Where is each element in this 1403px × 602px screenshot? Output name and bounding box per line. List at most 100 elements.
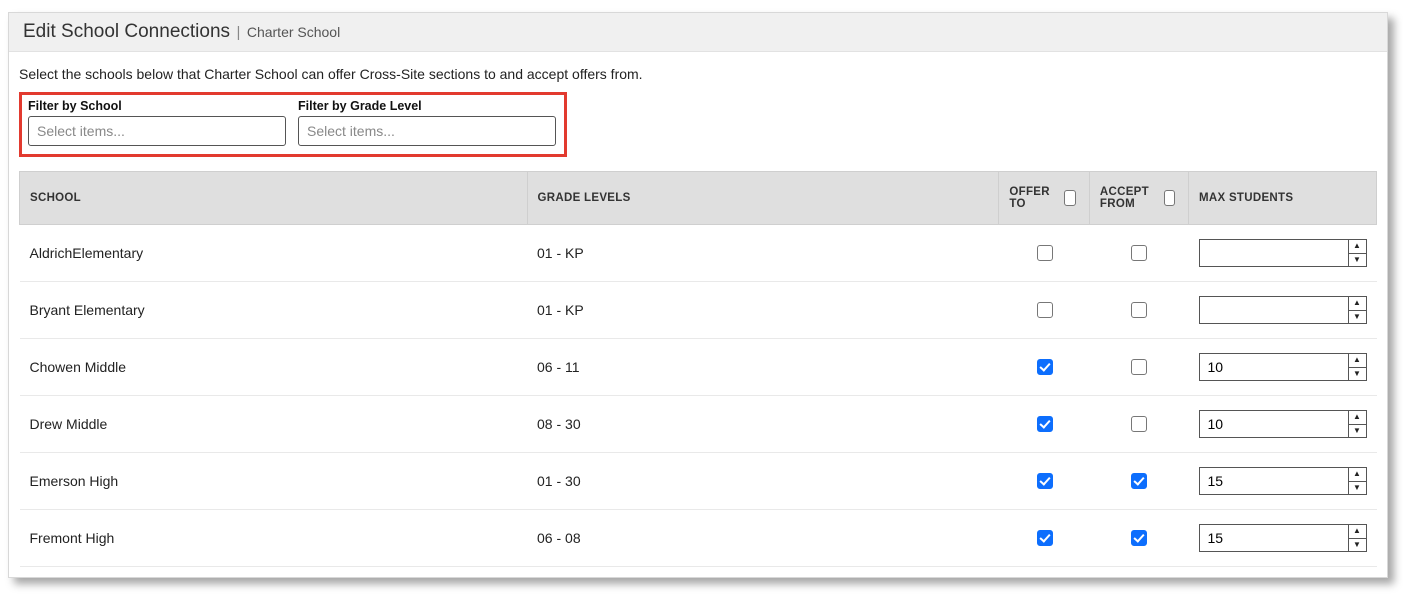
- offer-to-checkbox[interactable]: [1037, 245, 1053, 261]
- stepper-arrows: ▲▼: [1348, 525, 1366, 551]
- table-row: AldrichElementary01 - KP ▲▼: [20, 225, 1377, 282]
- offer-to-checkbox[interactable]: [1037, 359, 1053, 375]
- filter-by-grade: Filter by Grade Level: [298, 99, 556, 146]
- max-cell: ▲▼: [1189, 282, 1377, 339]
- table-header-row: SCHOOL GRADE LEVELS OFFER TO ACCEPT FROM: [20, 172, 1377, 225]
- max-students-stepper: ▲▼: [1199, 524, 1367, 552]
- stepper-arrows: ▲▼: [1348, 354, 1366, 380]
- stepper-arrows: ▲▼: [1348, 240, 1366, 266]
- instruction-text: Select the schools below that Charter Sc…: [19, 66, 1377, 82]
- stepper-down-icon[interactable]: ▼: [1349, 425, 1366, 438]
- col-accept-header: ACCEPT FROM: [1089, 172, 1188, 225]
- accept-cell: [1089, 453, 1188, 510]
- grade-cell: 01 - KP: [527, 225, 999, 282]
- accept-from-checkbox[interactable]: [1131, 416, 1147, 432]
- panel-body: Select the schools below that Charter Sc…: [9, 52, 1387, 577]
- school-cell: Drew Middle: [20, 396, 528, 453]
- max-students-stepper: ▲▼: [1199, 410, 1367, 438]
- stepper-down-icon[interactable]: ▼: [1349, 311, 1366, 324]
- max-cell: ▲▼: [1189, 453, 1377, 510]
- school-cell: Emerson High: [20, 453, 528, 510]
- schools-table: SCHOOL GRADE LEVELS OFFER TO ACCEPT FROM: [19, 171, 1377, 567]
- accept-from-checkbox[interactable]: [1131, 302, 1147, 318]
- max-students-stepper: ▲▼: [1199, 239, 1367, 267]
- max-students-input[interactable]: [1200, 240, 1348, 266]
- stepper-arrows: ▲▼: [1348, 411, 1366, 437]
- school-cell: Chowen Middle: [20, 339, 528, 396]
- accept-cell: [1089, 510, 1188, 567]
- stepper-arrows: ▲▼: [1348, 297, 1366, 323]
- col-school-header: SCHOOL: [20, 172, 528, 225]
- filter-grade-input[interactable]: [298, 116, 556, 146]
- table-row: Chowen Middle06 - 11▲▼: [20, 339, 1377, 396]
- max-cell: ▲▼: [1189, 339, 1377, 396]
- offer-to-checkbox[interactable]: [1037, 416, 1053, 432]
- title-divider: |: [236, 24, 240, 41]
- table-row: Drew Middle08 - 30 ▲▼: [20, 396, 1377, 453]
- offer-cell: [999, 453, 1089, 510]
- offer-cell: [999, 396, 1089, 453]
- school-cell: Fremont High: [20, 510, 528, 567]
- stepper-up-icon[interactable]: ▲: [1349, 240, 1366, 254]
- accept-from-all-checkbox[interactable]: [1164, 190, 1175, 206]
- offer-to-all-checkbox[interactable]: [1064, 190, 1076, 206]
- stepper-up-icon[interactable]: ▲: [1349, 468, 1366, 482]
- page-title: Edit School Connections: [23, 21, 230, 42]
- grade-cell: 08 - 30: [527, 396, 999, 453]
- max-cell: ▲▼: [1189, 225, 1377, 282]
- panel: Edit School Connections | Charter School…: [8, 12, 1388, 578]
- accept-cell: [1089, 225, 1188, 282]
- accept-cell: [1089, 339, 1188, 396]
- accept-from-checkbox[interactable]: [1131, 530, 1147, 546]
- filter-group-highlight: Filter by School Filter by Grade Level: [19, 92, 567, 157]
- stepper-up-icon[interactable]: ▲: [1349, 411, 1366, 425]
- page-subtitle: Charter School: [247, 24, 340, 40]
- stepper-down-icon[interactable]: ▼: [1349, 482, 1366, 495]
- stepper-down-icon[interactable]: ▼: [1349, 368, 1366, 381]
- panel-header: Edit School Connections | Charter School: [9, 13, 1387, 52]
- col-grade-label: GRADE LEVELS: [538, 192, 631, 204]
- max-students-input[interactable]: [1200, 468, 1348, 494]
- accept-from-checkbox[interactable]: [1131, 245, 1147, 261]
- max-students-input[interactable]: [1200, 297, 1348, 323]
- offer-to-checkbox[interactable]: [1037, 473, 1053, 489]
- stepper-up-icon[interactable]: ▲: [1349, 354, 1366, 368]
- offer-cell: [999, 339, 1089, 396]
- offer-cell: [999, 225, 1089, 282]
- offer-cell: [999, 282, 1089, 339]
- max-students-stepper: ▲▼: [1199, 296, 1367, 324]
- max-cell: ▲▼: [1189, 510, 1377, 567]
- filter-school-input[interactable]: [28, 116, 286, 146]
- grade-cell: 01 - KP: [527, 282, 999, 339]
- col-school-label: SCHOOL: [30, 192, 81, 204]
- max-students-stepper: ▲▼: [1199, 467, 1367, 495]
- stepper-up-icon[interactable]: ▲: [1349, 525, 1366, 539]
- max-students-input[interactable]: [1200, 354, 1348, 380]
- col-offer-label: OFFER TO: [1009, 186, 1053, 210]
- col-offer-header: OFFER TO: [999, 172, 1089, 225]
- stepper-down-icon[interactable]: ▼: [1349, 539, 1366, 552]
- table-row: Fremont High06 - 08▲▼: [20, 510, 1377, 567]
- col-grade-header: GRADE LEVELS: [527, 172, 999, 225]
- stepper-up-icon[interactable]: ▲: [1349, 297, 1366, 311]
- school-cell: AldrichElementary: [20, 225, 528, 282]
- school-cell: Bryant Elementary: [20, 282, 528, 339]
- stepper-arrows: ▲▼: [1348, 468, 1366, 494]
- max-students-input[interactable]: [1200, 525, 1348, 551]
- accept-cell: [1089, 282, 1188, 339]
- grade-cell: 01 - 30: [527, 453, 999, 510]
- accept-from-checkbox[interactable]: [1131, 359, 1147, 375]
- col-accept-label: ACCEPT FROM: [1100, 186, 1154, 210]
- offer-to-checkbox[interactable]: [1037, 530, 1053, 546]
- col-max-header: MAX STUDENTS: [1189, 172, 1377, 225]
- col-max-label: MAX STUDENTS: [1199, 192, 1293, 204]
- offer-cell: [999, 510, 1089, 567]
- table-row: Bryant Elementary01 - KP ▲▼: [20, 282, 1377, 339]
- max-students-stepper: ▲▼: [1199, 353, 1367, 381]
- max-cell: ▲▼: [1189, 396, 1377, 453]
- stepper-down-icon[interactable]: ▼: [1349, 254, 1366, 267]
- filter-school-label: Filter by School: [28, 99, 286, 113]
- accept-from-checkbox[interactable]: [1131, 473, 1147, 489]
- max-students-input[interactable]: [1200, 411, 1348, 437]
- offer-to-checkbox[interactable]: [1037, 302, 1053, 318]
